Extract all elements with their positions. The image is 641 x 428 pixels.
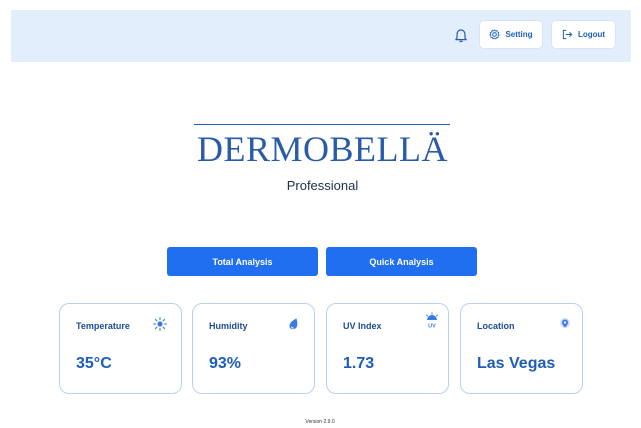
temperature-card: Temperature 35°C <box>59 303 182 394</box>
gear-icon <box>489 29 501 40</box>
humidity-card: Humidity 93% <box>192 303 315 394</box>
total-analysis-button[interactable]: Total Analysis <box>167 247 318 276</box>
uv-index-card: UV Index UV 1.73 <box>326 303 449 394</box>
version-label: Version 2.9.0 <box>305 419 335 425</box>
card-label: UV Index <box>343 321 382 331</box>
logout-icon <box>562 29 573 40</box>
logo-text: DERMOBELLÄ <box>197 129 448 169</box>
location-value: Las Vegas <box>477 355 556 372</box>
uv-index-value: 1.73 <box>343 355 375 372</box>
brand-subtitle: Professional <box>286 178 359 193</box>
logout-label: Logout <box>577 30 606 39</box>
card-label: Location <box>477 321 515 331</box>
setting-label: Setting <box>505 30 533 39</box>
logout-button[interactable]: Logout <box>552 21 615 48</box>
setting-button[interactable]: Setting <box>480 21 542 48</box>
bell-icon[interactable] <box>453 28 469 44</box>
humidity-value: 93% <box>209 355 242 372</box>
brand-logo: DERMOBELLÄ <box>190 124 455 172</box>
location-card: Location Las Vegas <box>460 303 583 394</box>
quick-analysis-button[interactable]: Quick Analysis <box>326 247 477 276</box>
drop-icon <box>289 318 298 330</box>
temperature-value: 35°C <box>76 355 112 372</box>
sun-icon <box>152 316 168 332</box>
location-pin-icon <box>560 318 570 328</box>
svg-text:UV: UV <box>428 324 436 330</box>
uv-icon: UV <box>426 312 438 330</box>
card-label: Temperature <box>76 321 130 331</box>
logo-overline <box>194 124 450 125</box>
card-label: Humidity <box>209 321 248 331</box>
